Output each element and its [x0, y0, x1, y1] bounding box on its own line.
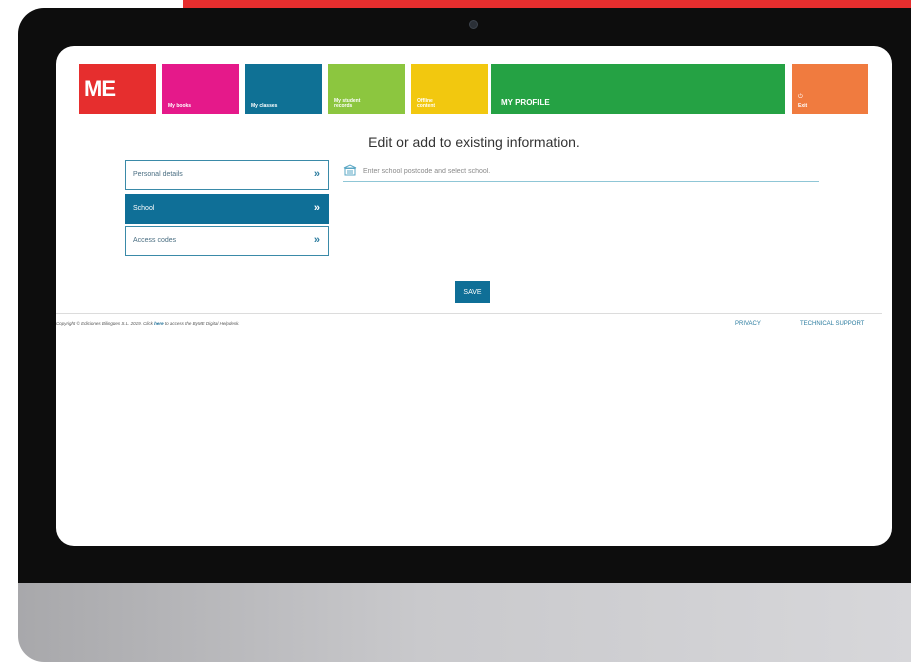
nav-tile-label: My student records [334, 98, 361, 109]
school-building-icon [343, 164, 357, 176]
webcam [469, 20, 478, 29]
technical-support-link[interactable]: TECHNICAL SUPPORT [800, 321, 864, 327]
chevron-right-icon: » [313, 202, 320, 214]
logo-text: ME [84, 76, 116, 101]
footer-divider [56, 313, 882, 314]
nav-tile-label: My classes [251, 103, 278, 109]
chevron-right-icon: » [313, 168, 320, 180]
page-heading: Edit or add to existing information. [368, 134, 580, 150]
school-search-input[interactable] [363, 165, 803, 178]
logo-tile[interactable]: ME [79, 64, 156, 114]
nav-tiles: ME My books My classes My student record… [79, 64, 868, 114]
nav-tile-student-records[interactable]: My student records [328, 64, 405, 114]
nav-tile-my-classes[interactable]: My classes [245, 64, 322, 114]
helpdesk-link[interactable]: here [154, 321, 164, 326]
nav-tile-exit[interactable]: ⏻ Exit [792, 64, 868, 114]
power-icon: ⏻ [798, 94, 803, 100]
school-search-field [343, 164, 819, 182]
copyright-suffix: to access the ByME Digital Helpdesk. [163, 321, 240, 326]
nav-tile-label: MY PROFILE [501, 98, 550, 107]
sidebar-item-access-codes[interactable]: Access codes » [125, 226, 329, 256]
nav-tile-label: My books [168, 103, 192, 109]
nav-tile-label: Offline content [417, 98, 436, 109]
sidebar-item-label: Personal details [133, 171, 183, 178]
nav-tile-label: Exit [798, 103, 808, 109]
sidebar-item-school[interactable]: School » [125, 194, 329, 224]
copyright-prefix: Copyright © Ediciones Bilingües S.L. 201… [56, 321, 155, 326]
app-screen: ME My books My classes My student record… [56, 46, 892, 546]
chevron-right-icon: » [313, 234, 320, 246]
nav-tile-my-books[interactable]: My books [162, 64, 239, 114]
sidebar-item-label: School [133, 205, 155, 212]
nav-tile-offline-content[interactable]: Offline content [411, 64, 488, 114]
sidebar-item-label: Access codes [133, 237, 177, 244]
nav-tile-my-profile[interactable]: MY PROFILE [491, 64, 785, 114]
monitor-chin [18, 583, 911, 662]
copyright-text: Copyright © Ediciones Bilingües S.L. 201… [56, 321, 240, 326]
sidebar-item-personal-details[interactable]: Personal details » [125, 160, 329, 190]
save-button[interactable]: SAVE [455, 281, 490, 303]
privacy-link[interactable]: PRIVACY [735, 321, 761, 327]
